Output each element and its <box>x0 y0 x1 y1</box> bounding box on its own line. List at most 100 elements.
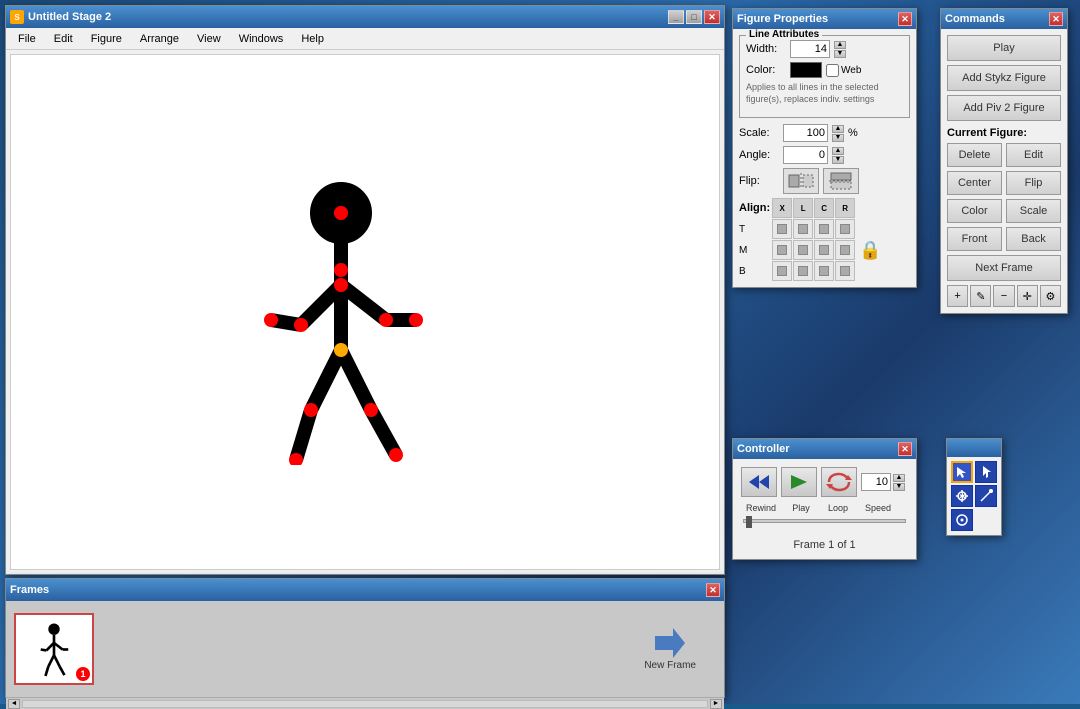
close-button[interactable]: ✕ <box>704 10 720 24</box>
edit-button[interactable]: Edit <box>1006 143 1061 167</box>
edit-icon-button[interactable]: ✎ <box>970 285 991 307</box>
scale-up-button[interactable]: ▲ <box>832 125 844 133</box>
align-header-L[interactable]: L <box>793 198 813 218</box>
align-CT[interactable] <box>814 219 834 239</box>
menu-arrange[interactable]: Arrange <box>132 31 187 47</box>
menu-file[interactable]: File <box>10 31 44 47</box>
angle-down-button[interactable]: ▼ <box>832 156 844 164</box>
scale-input[interactable] <box>783 124 828 142</box>
web-checkbox[interactable]: Web <box>826 64 861 77</box>
delete-edit-row: Delete Edit <box>947 143 1061 167</box>
arrow-tool-icon <box>955 465 969 479</box>
web-checkbox-input[interactable] <box>826 64 839 77</box>
circle-tool-button[interactable] <box>951 509 973 531</box>
remove-icon-button[interactable]: − <box>993 285 1014 307</box>
angle-up-button[interactable]: ▲ <box>832 147 844 155</box>
frames-scrollbar[interactable]: ◄ ► <box>6 697 724 709</box>
flip-vertical-icon <box>827 171 855 191</box>
align-LT[interactable] <box>793 219 813 239</box>
align-XT[interactable] <box>772 219 792 239</box>
speed-input[interactable] <box>861 473 891 491</box>
align-RT[interactable] <box>835 219 855 239</box>
frame-thumb-figure <box>29 622 79 677</box>
scale-down-button[interactable]: ▼ <box>832 134 844 142</box>
align-header-C[interactable]: C <box>814 198 834 218</box>
delete-button[interactable]: Delete <box>947 143 1002 167</box>
rotate-tool-button[interactable]: ✱ <box>951 485 973 507</box>
scale-button[interactable]: Scale <box>1006 199 1061 223</box>
align-header-X[interactable]: X <box>772 198 792 218</box>
align-XB[interactable] <box>772 261 792 281</box>
commands-close-button[interactable]: ✕ <box>1049 12 1063 26</box>
align-LM[interactable] <box>793 240 813 260</box>
controller-panel: Controller ✕ <box>732 438 917 560</box>
width-down-button[interactable]: ▼ <box>834 50 846 58</box>
back-button[interactable]: Back <box>1006 227 1061 251</box>
align-RM[interactable] <box>835 240 855 260</box>
align-labels: Align: T M B <box>739 198 770 281</box>
circle-tool-icon <box>955 513 969 527</box>
play-cmd-button[interactable]: Play <box>947 35 1061 61</box>
menu-figure[interactable]: Figure <box>83 31 130 47</box>
color-swatch[interactable] <box>790 62 822 78</box>
menu-help[interactable]: Help <box>293 31 332 47</box>
flip-cmd-button[interactable]: Flip <box>1006 171 1061 195</box>
frames-close-button[interactable]: ✕ <box>706 583 720 597</box>
loop-button[interactable] <box>821 467 857 497</box>
canvas-area[interactable] <box>10 54 720 570</box>
flip-horizontal-button[interactable] <box>783 168 819 194</box>
align-grid-container: X L C R <box>772 198 855 281</box>
width-up-button[interactable]: ▲ <box>834 41 846 49</box>
flip-vertical-button[interactable] <box>823 168 859 194</box>
app-icon: S <box>10 10 24 24</box>
width-input[interactable] <box>790 40 830 58</box>
settings-icon-button[interactable]: ⚙ <box>1040 285 1061 307</box>
angle-input[interactable] <box>783 146 828 164</box>
color-button[interactable]: Color <box>947 199 1002 223</box>
speed-up-button[interactable]: ▲ <box>893 474 905 482</box>
frame-thumbnail[interactable]: 1 <box>14 613 94 685</box>
line-tool-button[interactable] <box>975 485 997 507</box>
color-row: Color: Web <box>746 62 903 78</box>
scale-percent-label: % <box>848 127 858 139</box>
add-stykz-button[interactable]: Add Stykz Figure <box>947 65 1061 91</box>
width-row: Width: ▲ ▼ <box>746 40 903 58</box>
select-tool-button[interactable] <box>975 461 997 483</box>
figure-properties-title: Figure Properties <box>737 13 828 25</box>
center-button[interactable]: Center <box>947 171 1002 195</box>
align-XM[interactable] <box>772 240 792 260</box>
add-piv2-button[interactable]: Add Piv 2 Figure <box>947 95 1061 121</box>
frame-slider-thumb[interactable] <box>746 516 752 528</box>
figure-properties-content: Line Attributes Width: ▲ ▼ Color: Web Ap… <box>733 29 916 287</box>
frame-number-badge: 1 <box>76 667 90 681</box>
figure-properties-panel: Figure Properties ✕ Line Attributes Widt… <box>732 8 917 288</box>
speed-down-button[interactable]: ▼ <box>893 483 905 491</box>
frame-info: Frame 1 of 1 <box>741 539 908 551</box>
new-frame-button[interactable]: New Frame <box>644 628 696 671</box>
align-LB[interactable] <box>793 261 813 281</box>
width-spinners: ▲ ▼ <box>834 41 846 58</box>
figure-properties-title-bar: Figure Properties ✕ <box>733 9 916 29</box>
align-CB[interactable] <box>814 261 834 281</box>
arrow-tool-button[interactable] <box>951 461 973 483</box>
menu-windows[interactable]: Windows <box>231 31 292 47</box>
align-RB[interactable] <box>835 261 855 281</box>
rewind-button[interactable] <box>741 467 777 497</box>
move-icon-button[interactable]: ✛ <box>1017 285 1038 307</box>
stick-figure[interactable] <box>241 175 441 465</box>
minimize-button[interactable]: _ <box>668 10 684 24</box>
add-icon-button[interactable]: + <box>947 285 968 307</box>
flip-row: Flip: <box>739 168 910 194</box>
front-button[interactable]: Front <box>947 227 1002 251</box>
next-frame-button[interactable]: Next Frame <box>947 255 1061 281</box>
controller-close-button[interactable]: ✕ <box>898 442 912 456</box>
align-header-R[interactable]: R <box>835 198 855 218</box>
play-button[interactable] <box>781 467 817 497</box>
menu-edit[interactable]: Edit <box>46 31 81 47</box>
maximize-button[interactable]: □ <box>686 10 702 24</box>
menu-view[interactable]: View <box>189 31 229 47</box>
align-CM[interactable] <box>814 240 834 260</box>
frame-slider-track[interactable] <box>743 519 906 523</box>
lock-icon[interactable]: 🔒 <box>859 240 881 261</box>
figure-properties-close-button[interactable]: ✕ <box>898 12 912 26</box>
